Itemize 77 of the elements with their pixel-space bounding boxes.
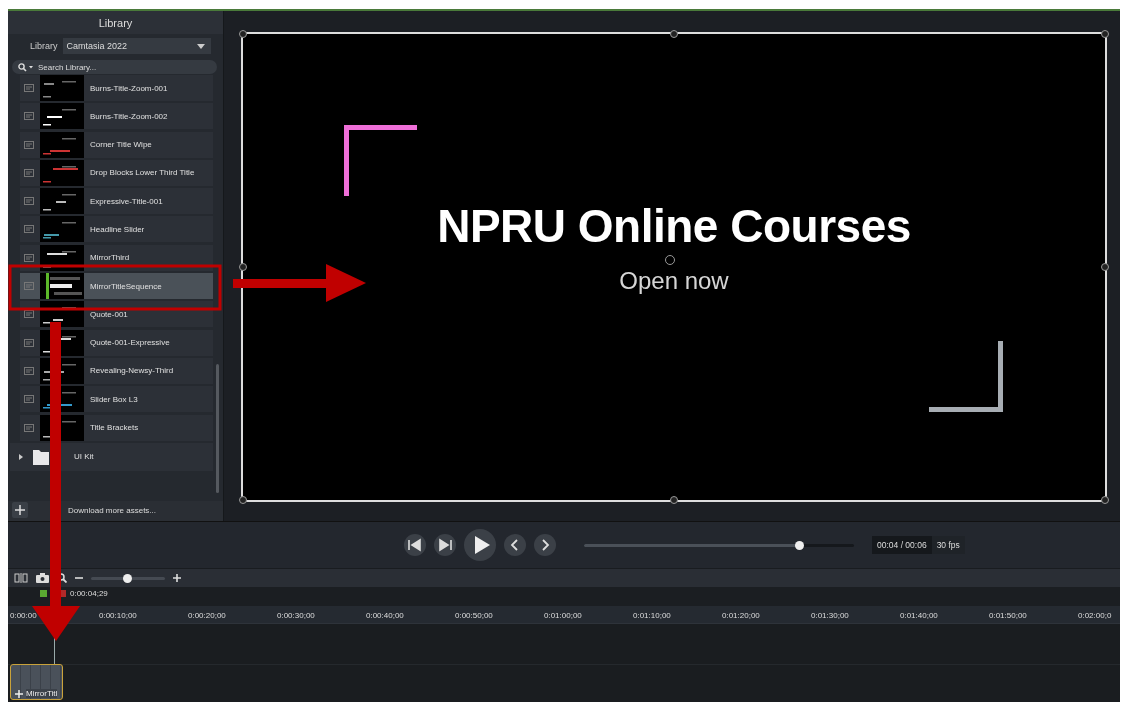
play-icon[interactable] xyxy=(464,529,496,561)
resize-handle[interactable] xyxy=(670,496,678,504)
ruler-label: 0:02:00;0 xyxy=(1078,611,1113,620)
panel-title: Library xyxy=(8,11,223,34)
library-item[interactable]: Corner Title Wipe xyxy=(20,131,213,158)
playhead-time: 0:00:04;29 xyxy=(70,588,108,598)
ruler-label: 0:01:10;00 xyxy=(633,611,672,620)
template-icon xyxy=(24,112,34,121)
library-folder[interactable]: UI Kit xyxy=(10,442,213,471)
add-icon[interactable] xyxy=(15,690,23,698)
template-icon xyxy=(24,253,34,262)
template-icon xyxy=(24,197,34,206)
resize-handle[interactable] xyxy=(239,30,247,38)
scrollbar[interactable] xyxy=(216,364,219,493)
timeline-clip[interactable]: MirrorTitl xyxy=(10,664,63,700)
preview-title: NPRU Online Courses xyxy=(437,199,911,253)
zoom-in-icon[interactable] xyxy=(173,574,181,582)
library-item[interactable]: MirrorThird xyxy=(20,244,213,271)
template-icon xyxy=(24,366,34,375)
expand-arrow-icon[interactable] xyxy=(18,453,24,460)
zoom-slider-thumb[interactable] xyxy=(123,573,132,583)
ruler-label: 0:01:00;00 xyxy=(544,611,583,620)
camera-icon[interactable] xyxy=(36,573,49,583)
zoom-out-icon[interactable] xyxy=(75,574,83,582)
in-point-marker[interactable] xyxy=(40,589,47,597)
previous-icon[interactable] xyxy=(504,534,526,556)
template-icon xyxy=(24,282,34,291)
library-item[interactable]: Headline Slider xyxy=(20,216,213,243)
split-icon[interactable] xyxy=(14,573,28,583)
template-icon xyxy=(24,423,34,432)
ruler-label: 0:00:40;00 xyxy=(366,611,405,620)
ruler-label: 0:01:50;00 xyxy=(989,611,1028,620)
ruler-label: 0:01:30;00 xyxy=(811,611,850,620)
fps-display: 30 fps xyxy=(931,536,965,554)
template-icon xyxy=(24,395,34,404)
scrubber-track[interactable] xyxy=(584,543,854,547)
resize-handle[interactable] xyxy=(1101,30,1109,38)
template-icon xyxy=(24,168,34,177)
library-item[interactable]: Drop Blocks Lower Third Title xyxy=(20,159,213,186)
resize-handle[interactable] xyxy=(239,263,247,271)
ruler-label: 0:00:20;00 xyxy=(188,611,227,620)
library-item[interactable]: Burns-Title-Zoom-002 xyxy=(20,103,213,130)
ruler-label: 0:00:50;00 xyxy=(455,611,494,620)
template-icon xyxy=(24,84,34,92)
library-dropdown[interactable]: Camtasia 2022 xyxy=(62,38,211,54)
resize-handle[interactable] xyxy=(1101,496,1109,504)
time-display: 00:04 / 00:06 xyxy=(876,539,928,552)
library-item[interactable]: Burns-Title-Zoom-001 xyxy=(20,75,213,101)
resize-handle[interactable] xyxy=(239,496,247,504)
next-icon[interactable] xyxy=(534,534,556,556)
library-item[interactable]: MirrorTitleSequence xyxy=(20,273,213,300)
template-icon xyxy=(24,338,34,347)
ruler-label: 0:00:00 xyxy=(10,611,38,620)
library-item[interactable]: Expressive-Title-001 xyxy=(20,188,213,215)
preview-subtitle: Open now xyxy=(619,267,729,295)
add-icon[interactable] xyxy=(12,502,28,518)
scrubber-thumb[interactable] xyxy=(795,540,804,550)
search-field[interactable]: Search Library... xyxy=(12,60,217,74)
step-back-icon[interactable] xyxy=(404,534,426,556)
template-icon xyxy=(24,140,34,149)
field-label: Library xyxy=(30,41,58,51)
template-icon xyxy=(24,225,34,234)
library-item[interactable]: Revealing-Newsy-Third xyxy=(20,357,213,384)
library-item[interactable]: Slider Box L3 xyxy=(20,386,213,413)
library-item[interactable]: Title Brackets xyxy=(20,414,213,441)
ruler-label: 0:00:10;00 xyxy=(99,611,138,620)
library-item[interactable]: Quote-001-Expressive xyxy=(20,329,213,356)
resize-handle[interactable] xyxy=(670,30,678,38)
out-point-marker[interactable] xyxy=(61,589,66,597)
step-forward-icon[interactable] xyxy=(434,534,456,556)
caret-icon xyxy=(197,43,205,49)
resize-handle[interactable] xyxy=(1101,263,1109,271)
ruler-label: 0:01:40;00 xyxy=(900,611,939,620)
library-item[interactable]: Quote-001 xyxy=(20,301,213,328)
ruler-label: 0:00:30;00 xyxy=(277,611,316,620)
template-icon xyxy=(24,310,34,319)
ruler-label: 0:01:20;00 xyxy=(722,611,761,620)
